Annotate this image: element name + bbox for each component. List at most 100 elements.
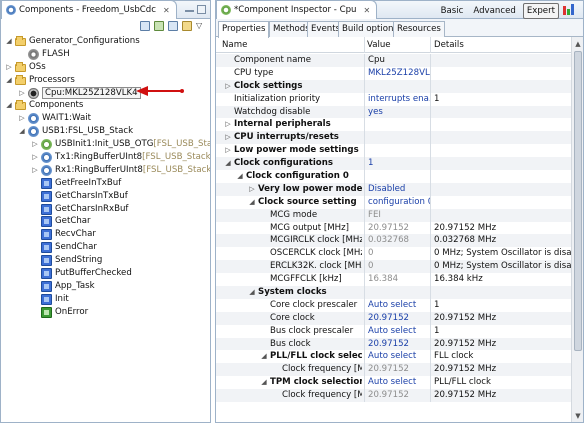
mode-advanced-button[interactable]: Advanced (470, 4, 518, 18)
tree-item[interactable]: OnError (1, 306, 210, 319)
collapse-icon[interactable]: ◢ (236, 170, 244, 183)
property-value[interactable]: Auto select (366, 299, 430, 312)
link-editor-icon[interactable] (168, 21, 178, 31)
tree-item[interactable]: ◢ USB1:FSL_USB_Stack (1, 125, 210, 138)
property-value[interactable]: Auto select (366, 376, 430, 389)
property-row[interactable]: Clock frequency [M 20.97152 20.97152 MHz (216, 389, 573, 403)
property-row[interactable]: ▷ Very low power mode Disabled (216, 182, 573, 196)
tree-item[interactable]: GetChar (1, 215, 210, 228)
collapse-icon[interactable]: ◢ (18, 125, 26, 138)
tab-components[interactable]: Components - Freedom_UsbCdc ✕ (1, 0, 177, 19)
tree-item[interactable]: ▷ WAIT1:Wait (1, 112, 210, 125)
property-row[interactable]: Component name Cpu (216, 54, 573, 67)
property-row[interactable]: Core clock 20.97152 20.97152 MHz (216, 311, 573, 325)
property-row[interactable]: ◢ Clock configuration 0 (216, 170, 573, 183)
tree-item[interactable]: ◢ Components (1, 99, 210, 112)
tree-item[interactable]: PutBufferChecked (1, 267, 210, 280)
maximize-icon[interactable] (197, 5, 206, 14)
property-value[interactable]: Cpu (366, 54, 430, 67)
property-value[interactable]: Disabled (366, 183, 430, 196)
tree-item[interactable]: ▷ USBInit1:Init_USB_OTG[FSL_USB_Stack\In (1, 138, 210, 151)
tree-item[interactable]: SendString (1, 254, 210, 267)
expand-icon[interactable]: ▷ (248, 183, 256, 196)
close-icon[interactable]: ✕ (163, 6, 170, 15)
expand-icon[interactable]: ▷ (18, 112, 26, 125)
expand-icon[interactable]: ▷ (224, 80, 232, 93)
property-value[interactable]: 0 (366, 260, 430, 273)
mode-basic-button[interactable]: Basic (438, 4, 467, 18)
property-row[interactable]: ◢ TPM clock selection Auto select PLL/FLL c… (216, 376, 573, 389)
expand-icon[interactable]: ▷ (31, 164, 39, 177)
property-value[interactable]: configuration 0 (366, 196, 430, 209)
collapse-icon[interactable]: ◢ (5, 74, 13, 87)
minimize-icon[interactable] (185, 5, 194, 12)
property-row[interactable]: ◢ Clock source setting configuration 0 (216, 196, 573, 209)
tree-item[interactable]: GetFreeInTxBuf (1, 177, 210, 190)
view-menu-icon[interactable]: ▽ (196, 21, 206, 31)
filter-icon[interactable] (182, 21, 192, 31)
mode-expert-button[interactable]: Expert (522, 3, 559, 19)
expand-icon[interactable]: ▷ (224, 118, 232, 131)
property-row[interactable]: MCGFFCLK [kHz] 16.384 16.384 kHz (216, 273, 573, 286)
collapse-icon[interactable]: ◢ (260, 350, 268, 363)
bar-chart-icon[interactable] (563, 4, 575, 15)
tree-item[interactable]: ▷ OSs (1, 61, 210, 74)
property-value[interactable]: 20.97152 (366, 312, 430, 325)
property-row[interactable]: MCGIRCLK clock [MHz 0.032768 0.032768 MHz (216, 234, 573, 248)
tree-item[interactable]: ▷ Tx1:RingBufferUInt8[FSL_USB_Stack\Buf (1, 151, 210, 164)
property-value[interactable]: yes (366, 106, 430, 119)
property-value[interactable]: 20.97152 (366, 338, 430, 351)
expand-icon[interactable]: ▷ (224, 131, 232, 144)
property-value[interactable]: Auto select (366, 325, 430, 338)
vertical-scrollbar[interactable]: ▲ ▼ (571, 37, 583, 422)
collapse-icon[interactable]: ◢ (5, 99, 13, 112)
scroll-up-icon[interactable]: ▲ (573, 39, 583, 49)
property-row[interactable]: MCG output [MHz] 20.97152 20.97152 MHz (216, 222, 573, 235)
property-row[interactable]: CPU type MKL25Z128VLK4 (216, 67, 573, 80)
property-row[interactable]: Watchdog disable yes (216, 105, 573, 119)
property-row[interactable]: ERCLK32K. clock [MHz 0 0 MHz; System Oscil… (216, 260, 573, 274)
collapse-icon[interactable]: ◢ (224, 157, 232, 170)
expand-icon[interactable]: ▷ (224, 144, 232, 157)
tab-properties[interactable]: Properties (218, 21, 270, 38)
tab-component-inspector[interactable]: *Component Inspector - Cpu ✕ (216, 0, 378, 19)
property-row[interactable]: OSCERCLK clock [MHz 0 0 MHz; System Oscill… (216, 247, 573, 260)
property-value[interactable]: 20.97152 (366, 222, 430, 235)
property-row[interactable]: Bus clock prescaler Auto select 1 (216, 325, 573, 338)
property-row[interactable]: ◢PLL/FLL clock selection Auto select FLL c… (216, 350, 573, 363)
property-row[interactable]: ◢ System clocks (216, 286, 573, 299)
tree-item[interactable]: GetCharsInTxBuf (1, 190, 210, 203)
property-value[interactable]: 0.032768 (366, 234, 430, 247)
property-row[interactable]: ▷ Low power mode settings (216, 144, 573, 157)
tree-item[interactable]: GetCharsInRxBuf (1, 203, 210, 216)
collapse-icon[interactable]: ◢ (5, 35, 13, 48)
column-name[interactable]: Name (222, 37, 247, 53)
property-value[interactable]: 20.97152 (366, 363, 430, 376)
collapse-icon[interactable]: ◢ (260, 376, 268, 389)
property-value[interactable]: FEI (366, 209, 430, 222)
property-row[interactable]: ◢ Clock configurations 1 (216, 157, 573, 171)
collapse-icon[interactable]: ◢ (248, 196, 256, 209)
tree-item[interactable]: SendChar (1, 241, 210, 254)
scroll-thumb[interactable] (574, 51, 582, 351)
property-value[interactable]: 0 (366, 247, 430, 260)
scroll-down-icon[interactable]: ▼ (573, 411, 583, 421)
tree-item[interactable]: Init (1, 293, 210, 306)
expand-icon[interactable]: ▷ (31, 138, 39, 151)
expand-icon[interactable]: ▷ (5, 61, 13, 74)
tree-item[interactable]: ▷ Rx1:RingBufferUInt8[FSL_USB_Stack\Buf (1, 164, 210, 177)
property-row[interactable]: Bus clock 20.97152 20.97152 MHz (216, 337, 573, 351)
property-value[interactable]: 1 (366, 157, 430, 170)
expand-icon[interactable]: ▷ (31, 151, 39, 164)
property-row[interactable]: ▷ CPU interrupts/resets (216, 131, 573, 145)
tree-item[interactable]: RecvChar (1, 228, 210, 241)
tab-resources[interactable]: Resources (393, 21, 445, 37)
property-value[interactable]: Auto select (366, 350, 430, 363)
column-details[interactable]: Details (434, 37, 464, 53)
collapse-all-icon[interactable] (140, 21, 150, 31)
collapse-icon[interactable]: ◢ (248, 286, 256, 299)
property-row[interactable]: MCG mode FEI (216, 208, 573, 222)
property-value[interactable]: interrupts ena... (366, 93, 430, 106)
property-row[interactable]: Core clock prescaler Auto select 1 (216, 299, 573, 312)
tree-item[interactable]: App_Task (1, 280, 210, 293)
